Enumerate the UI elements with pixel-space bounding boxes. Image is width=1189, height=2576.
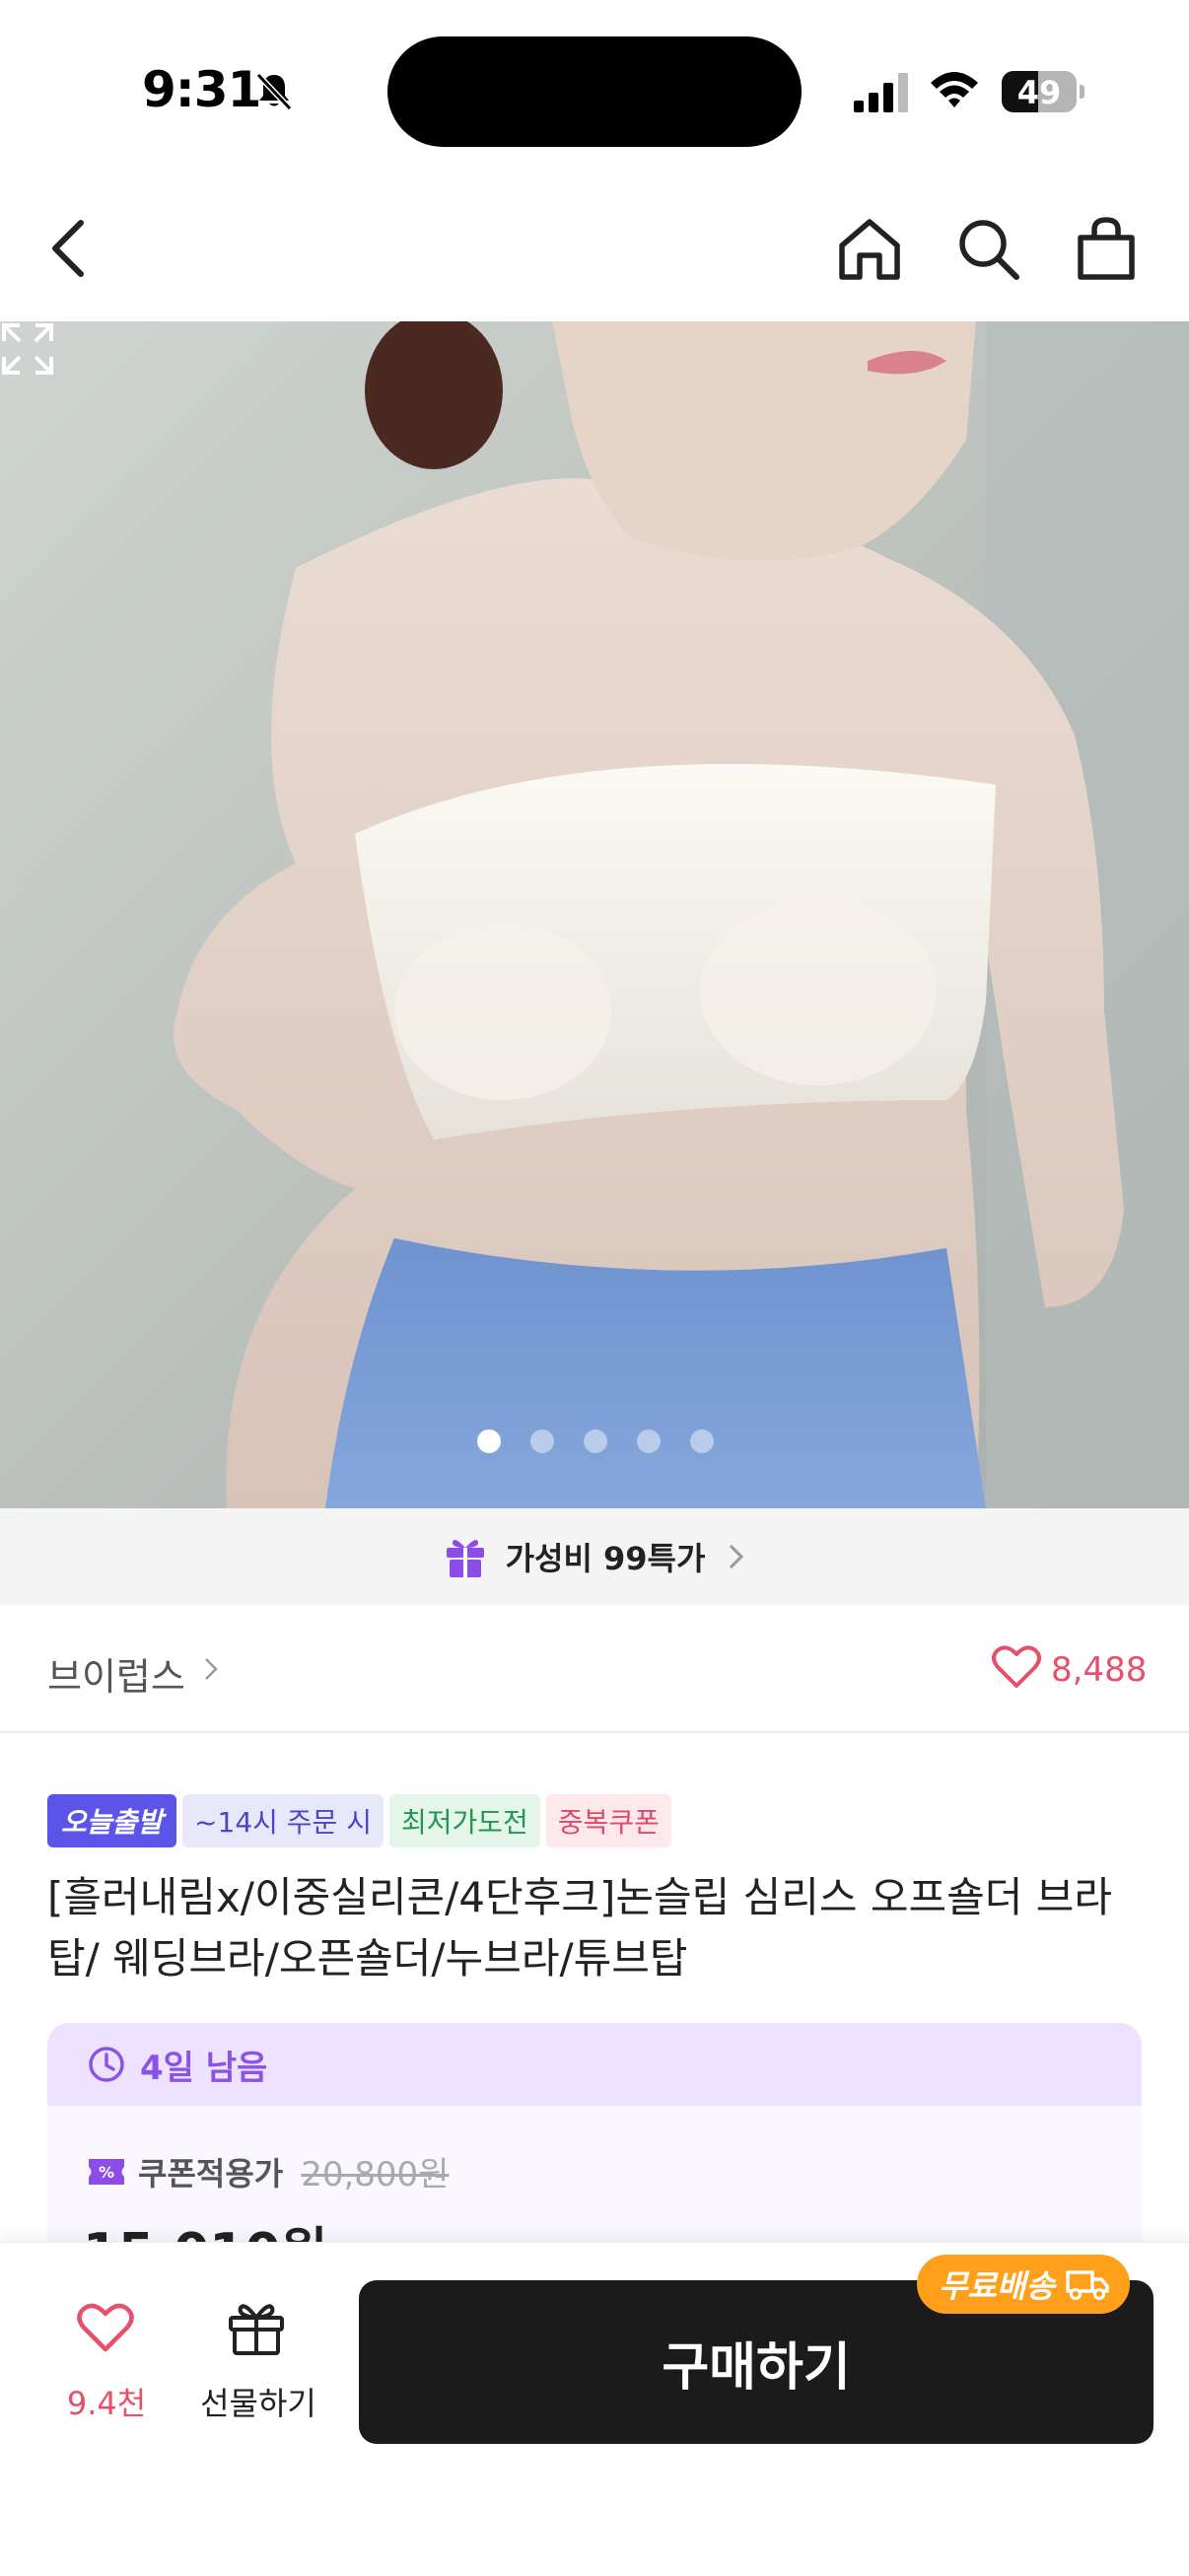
today-ship-badge: 오늘출발 <box>47 1794 177 1847</box>
promo-label: 가성비 99특가 <box>505 1540 706 1577</box>
wifi-icon <box>931 72 978 107</box>
top-nav-bar <box>0 177 1189 321</box>
cart-button[interactable] <box>1071 213 1142 284</box>
gift-button[interactable]: 선물하기 <box>189 2298 327 2426</box>
cellular-signal-icon <box>854 73 908 112</box>
deal-remaining: 4일 남음 <box>140 2048 268 2088</box>
free-shipping-badge: 무료배송 <box>917 2255 1130 2314</box>
carousel-dot[interactable] <box>690 1429 714 1453</box>
search-icon <box>959 220 1019 280</box>
product-photo <box>0 321 1189 1508</box>
coupon-price-label: 쿠폰적용가 <box>138 2154 284 2193</box>
carousel-dots <box>477 1429 714 1453</box>
badge-list: 오늘출발 ~14시 주문 시 최저가도전 중복쿠폰 <box>47 1794 671 1847</box>
product-title: [흘러내림x/이중실리콘/4단후크]논슬립 심리스 오프숄더 브라탑/ 웨딩브라… <box>47 1873 1113 1983</box>
carousel-dot[interactable] <box>530 1429 554 1453</box>
heart-icon <box>77 2303 134 2352</box>
carousel-dot[interactable] <box>477 1429 501 1453</box>
home-icon <box>839 219 900 280</box>
promo-banner[interactable]: 가성비 99특가 <box>0 1508 1189 1605</box>
gift-icon <box>446 1540 484 1577</box>
gift-icon <box>229 2304 284 2355</box>
brand-name-link[interactable]: 브이럽스 <box>47 1646 185 1701</box>
gift-label: 선물하기 <box>200 2385 316 2422</box>
carousel-dot[interactable] <box>584 1429 607 1453</box>
original-price: 20,800원 <box>301 2155 450 2194</box>
lowest-price-badge: 최저가도전 <box>388 1794 540 1847</box>
order-deadline-badge: ~14시 주문 시 <box>182 1794 384 1847</box>
wishlist-count: 9.4천 <box>66 2385 147 2422</box>
battery-percent: 49 <box>1016 74 1062 111</box>
battery-indicator: 49 <box>1002 71 1084 112</box>
svg-text:%: % <box>99 2163 114 2182</box>
carousel-dot[interactable] <box>637 1429 661 1453</box>
heart-icon[interactable] <box>992 1644 1041 1690</box>
bell-off-icon <box>255 72 293 111</box>
stack-coupon-badge: 중복쿠폰 <box>545 1794 671 1847</box>
coupon-icon: % <box>89 2158 124 2185</box>
search-button[interactable] <box>952 213 1023 284</box>
status-time: 9:31 <box>142 61 261 118</box>
chevron-right-icon <box>730 1544 744 1569</box>
dynamic-island <box>387 36 802 147</box>
deal-timer: 4일 남음 <box>47 2023 1142 2106</box>
bottom-action-bar: 9.4천 선물하기 구매하기 무료배송 <box>0 2242 1189 2576</box>
free-shipping-label: 무료배송 <box>939 2267 1055 2305</box>
wishlist-button[interactable]: 9.4천 <box>47 2302 166 2430</box>
buy-label: 구매하기 <box>662 2337 851 2398</box>
back-icon <box>52 220 84 277</box>
status-bar: 9:31 49 <box>0 0 1189 177</box>
expand-icon[interactable] <box>0 321 55 377</box>
cart-icon <box>1078 217 1135 280</box>
chevron-right-icon <box>205 1658 218 1680</box>
like-count: 8,488 <box>1051 1650 1148 1690</box>
product-image-carousel[interactable] <box>0 321 1189 1508</box>
brand-row: 브이럽스 8,488 <box>0 1605 1189 1733</box>
home-button[interactable] <box>834 213 905 284</box>
clock-icon <box>89 2047 124 2082</box>
truck-icon <box>1066 2270 1109 2300</box>
back-button[interactable] <box>34 213 105 284</box>
coupon-price-row: % 쿠폰적용가 20,800원 <box>87 2147 449 2195</box>
